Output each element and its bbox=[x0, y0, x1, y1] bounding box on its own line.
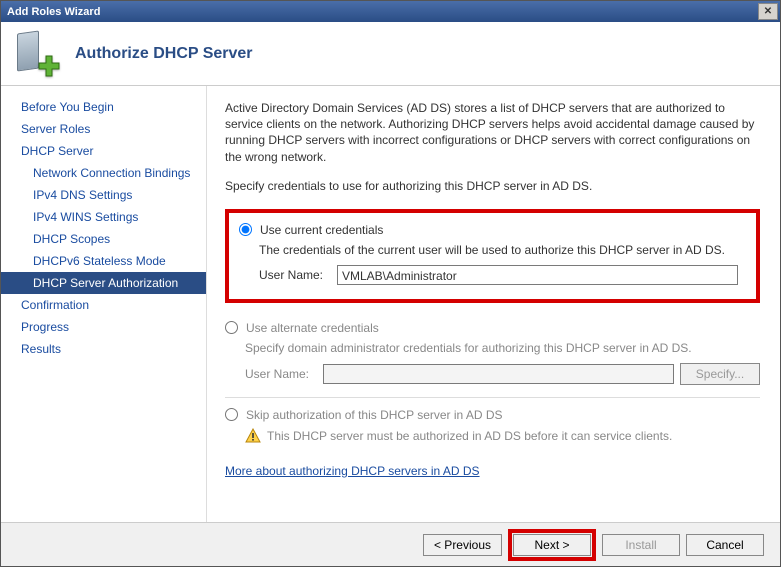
alternate-username-field bbox=[323, 364, 674, 384]
next-highlight: Next > bbox=[508, 529, 596, 561]
current-username-label: User Name: bbox=[259, 268, 337, 282]
sidebar-item-results[interactable]: Results bbox=[1, 338, 206, 360]
more-about-link[interactable]: More about authorizing DHCP servers in A… bbox=[225, 464, 480, 478]
warning-icon bbox=[245, 428, 261, 444]
content-pane: Active Directory Domain Services (AD DS)… bbox=[207, 86, 780, 522]
close-button[interactable]: ✕ bbox=[758, 3, 778, 20]
skip-authorization-radio[interactable] bbox=[225, 408, 238, 421]
sidebar-item-dhcp-server[interactable]: DHCP Server bbox=[1, 140, 206, 162]
sidebar-item-server-roles[interactable]: Server Roles bbox=[1, 118, 206, 140]
skip-authorization-label: Skip authorization of this DHCP server i… bbox=[246, 408, 503, 422]
specify-button[interactable]: Specify... bbox=[680, 363, 760, 385]
warning-text: This DHCP server must be authorized in A… bbox=[267, 429, 672, 443]
intro-text: Active Directory Domain Services (AD DS)… bbox=[225, 100, 760, 165]
sidebar-item-dhcpv6-stateless-mode[interactable]: DHCPv6 Stateless Mode bbox=[1, 250, 206, 272]
use-alternate-creds-radio[interactable] bbox=[225, 321, 238, 334]
footer: < Previous Next > Install Cancel bbox=[1, 522, 780, 566]
sidebar-item-ipv4-wins-settings[interactable]: IPv4 WINS Settings bbox=[1, 206, 206, 228]
alternate-username-label: User Name: bbox=[245, 367, 323, 381]
header: Authorize DHCP Server bbox=[1, 22, 780, 86]
sidebar-item-progress[interactable]: Progress bbox=[1, 316, 206, 338]
sidebar-item-confirmation[interactable]: Confirmation bbox=[1, 294, 206, 316]
current-creds-desc: The credentials of the current user will… bbox=[259, 243, 744, 257]
cancel-button[interactable]: Cancel bbox=[686, 534, 764, 556]
install-button[interactable]: Install bbox=[602, 534, 680, 556]
use-alternate-creds-label: Use alternate credentials bbox=[246, 321, 379, 335]
alternate-creds-desc: Specify domain administrator credentials… bbox=[245, 341, 760, 355]
previous-button[interactable]: < Previous bbox=[423, 534, 502, 556]
window-title: Add Roles Wizard bbox=[7, 6, 100, 18]
sidebar-nav: Before You BeginServer RolesDHCP ServerN… bbox=[1, 86, 207, 522]
sidebar-item-dhcp-scopes[interactable]: DHCP Scopes bbox=[1, 228, 206, 250]
current-creds-highlight: Use current credentials The credentials … bbox=[225, 209, 760, 303]
sidebar-item-ipv4-dns-settings[interactable]: IPv4 DNS Settings bbox=[1, 184, 206, 206]
page-title: Authorize DHCP Server bbox=[75, 45, 253, 63]
wizard-window: Add Roles Wizard ✕ Authorize DHCP Server… bbox=[0, 0, 781, 567]
instruction-text: Specify credentials to use for authorizi… bbox=[225, 179, 760, 193]
server-icon bbox=[13, 30, 61, 78]
next-button[interactable]: Next > bbox=[513, 534, 591, 556]
sidebar-item-network-connection-bindings[interactable]: Network Connection Bindings bbox=[1, 162, 206, 184]
use-current-creds-label: Use current credentials bbox=[260, 223, 383, 237]
sidebar-item-before-you-begin[interactable]: Before You Begin bbox=[1, 96, 206, 118]
sidebar-item-dhcp-server-authorization[interactable]: DHCP Server Authorization bbox=[1, 272, 206, 294]
titlebar: Add Roles Wizard ✕ bbox=[1, 1, 780, 22]
current-username-field: VMLAB\Administrator bbox=[337, 265, 738, 285]
use-current-creds-radio[interactable] bbox=[239, 223, 252, 236]
